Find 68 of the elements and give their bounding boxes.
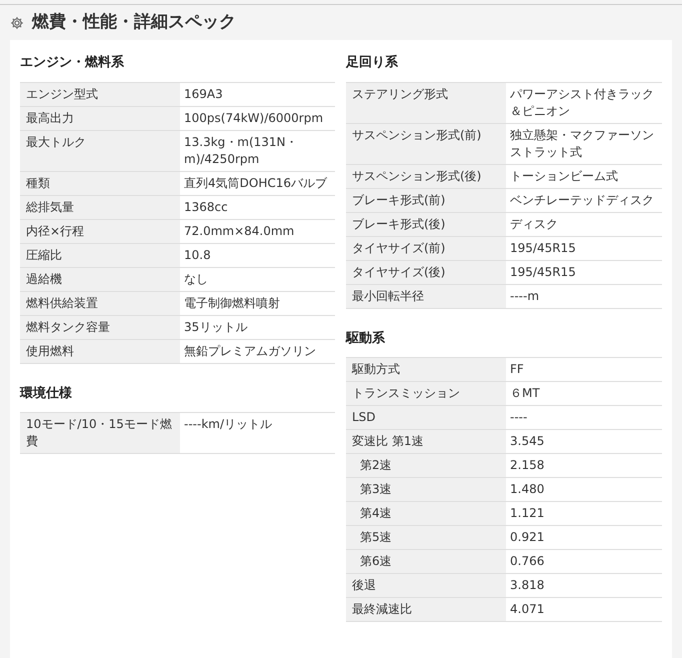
page-title: 燃費・性能・詳細スペック — [32, 10, 236, 34]
spec-label: サスペンション形式(後) — [346, 164, 506, 188]
spec-value: ----km/リットル — [183, 416, 274, 433]
spec-label: ブレーキ形式(後) — [346, 212, 506, 236]
spec-value: 3.545 — [509, 433, 546, 450]
spec-label: 圧縮比 — [20, 244, 180, 266]
spec-label: タイヤサイズ(後) — [346, 260, 506, 284]
spec-label: 変速比 第1速 — [346, 430, 506, 453]
spec-value: 35リットル — [183, 318, 248, 336]
spec-label: トランスミッション — [346, 382, 506, 405]
spec-value: ディスク — [509, 216, 559, 232]
spec-value: 4.071 — [509, 601, 546, 618]
spec-value: 1368cc — [183, 198, 229, 216]
spec-value: ---- — [509, 409, 528, 426]
spec-value: パワーアシスト付きラック＆ピニオン — [509, 86, 655, 120]
spec-value: 169A3 — [183, 86, 224, 102]
spec-label: 最小回転半径 — [346, 284, 506, 308]
spec-label: 総排気量 — [20, 196, 180, 218]
spec-value: 独立懸架・マクファーソンストラット式 — [509, 126, 655, 160]
spec-value: 195/45R15 — [509, 240, 577, 256]
spec-value: トーションビーム式 — [509, 168, 619, 184]
spec-label: ブレーキ形式(前) — [346, 188, 506, 212]
spec-value: 10.8 — [183, 246, 212, 264]
spec-label: 使用燃料 — [20, 340, 180, 362]
spec-label: 第5速 — [346, 526, 506, 549]
gear-icon — [10, 16, 24, 30]
spec-value: 0.766 — [509, 553, 546, 570]
spec-label: 内径×行程 — [20, 220, 180, 242]
spec-label: 後退 — [346, 574, 506, 597]
spec-label: 第2速 — [346, 454, 506, 477]
spec-value: ベンチレーテッドディスク — [509, 192, 655, 208]
spec-value: 3.818 — [509, 577, 546, 594]
section-heading: 駆動系 — [346, 330, 386, 348]
spec-value: 0.921 — [509, 529, 546, 546]
spec-label: 10モード/10・15モード燃費 — [20, 413, 180, 453]
spec-label: 過給機 — [20, 268, 180, 290]
spec-label: エンジン型式 — [20, 82, 180, 106]
spec-value: なし — [183, 270, 209, 288]
spec-label: 種類 — [20, 172, 180, 194]
spec-value: 電子制御燃料噴射 — [183, 294, 281, 312]
spec-value: ６MT — [509, 385, 541, 402]
spec-value: 2.158 — [509, 457, 546, 474]
section-heading: エンジン・燃料系 — [20, 54, 125, 72]
spec-value: 直列4気筒DOHC16バルブ — [183, 174, 328, 192]
spec-value: 1.121 — [509, 505, 546, 522]
spec-label: 最大トルク — [20, 130, 180, 170]
section-heading: 足回り系 — [346, 54, 399, 72]
spec-value: 100ps(74kW)/6000rpm — [183, 110, 324, 126]
spec-value: ----m — [509, 288, 540, 304]
spec-label: 燃料供給装置 — [20, 292, 180, 314]
section-heading: 環境仕様 — [20, 384, 73, 402]
spec-label: 第6速 — [346, 550, 506, 573]
spec-label: 第4速 — [346, 502, 506, 525]
spec-value: 13.3kg・m(131N・m)/4250rpm — [183, 134, 299, 168]
spec-label: 駆動方式 — [346, 358, 506, 381]
spec-label: サスペンション形式(前) — [346, 124, 506, 164]
spec-value: 無鉛プレミアムガソリン — [183, 342, 317, 360]
spec-label: タイヤサイズ(前) — [346, 236, 506, 260]
spec-value: FF — [509, 361, 525, 378]
spec-label: 第3速 — [346, 478, 506, 501]
spec-label: 燃料タンク容量 — [20, 316, 180, 338]
spec-value: 1.480 — [509, 481, 546, 498]
spec-label: LSD — [346, 406, 506, 429]
spec-value: 195/45R15 — [509, 264, 577, 280]
spec-value: 72.0mm×84.0mm — [183, 222, 296, 240]
spec-label: 最高出力 — [20, 106, 180, 130]
spec-label: ステアリング形式 — [346, 82, 506, 122]
spec-label: 最終減速比 — [346, 598, 506, 621]
